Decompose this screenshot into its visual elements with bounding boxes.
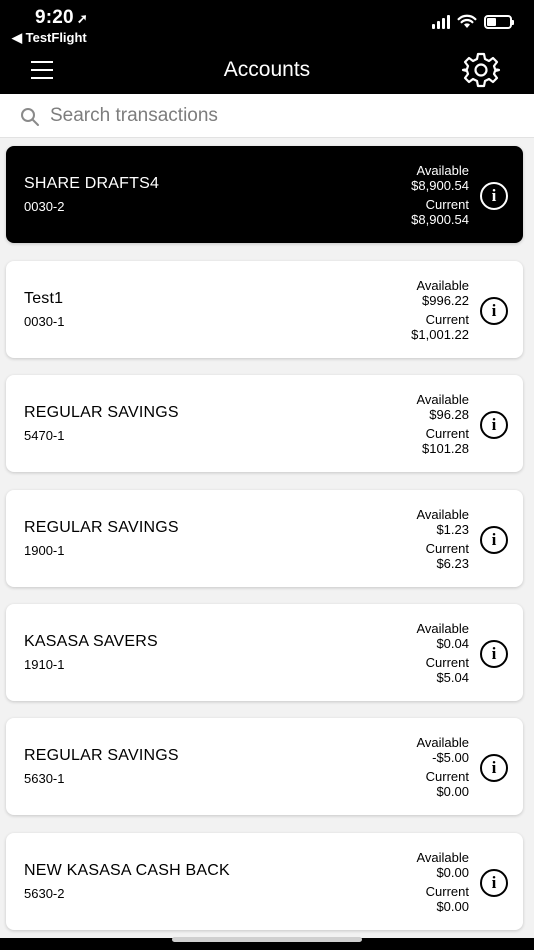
- account-number: 5630-1: [24, 771, 65, 786]
- account-name: REGULAR SAVINGS: [24, 747, 179, 764]
- search-icon: [21, 108, 39, 126]
- current-label: Current: [425, 541, 469, 556]
- account-name: Test1: [24, 290, 64, 307]
- search-input[interactable]: [48, 100, 508, 132]
- search-bar: [0, 94, 534, 138]
- account-balances: Available $1.23 Current $6.23: [416, 507, 469, 571]
- account-name: NEW KASASA CASH BACK: [24, 862, 230, 879]
- info-icon[interactable]: i: [480, 640, 508, 668]
- available-label: Available: [416, 278, 469, 293]
- current-label: Current: [425, 312, 469, 327]
- account-balances: Available -$5.00 Current $0.00: [416, 735, 469, 799]
- account-number: 1900-1: [24, 543, 65, 558]
- account-card[interactable]: Test1 0030-1 Available $996.22 Current $…: [6, 261, 523, 358]
- account-card[interactable]: REGULAR SAVINGS 5470-1 Available $96.28 …: [6, 375, 523, 472]
- account-balances: Available $0.00 Current $0.00: [416, 850, 469, 914]
- account-card[interactable]: REGULAR SAVINGS 1900-1 Available $1.23 C…: [6, 490, 523, 587]
- account-name: REGULAR SAVINGS: [24, 519, 179, 536]
- info-icon[interactable]: i: [480, 526, 508, 554]
- available-label: Available: [416, 163, 469, 178]
- account-card[interactable]: NEW KASASA CASH BACK 5630-2 Available $0…: [6, 833, 523, 930]
- current-amount: $8,900.54: [411, 212, 469, 227]
- account-card[interactable]: SHARE DRAFTS4 0030-2 Available $8,900.54…: [6, 146, 523, 243]
- current-label: Current: [425, 655, 469, 670]
- available-amount: -$5.00: [432, 750, 469, 765]
- info-icon[interactable]: i: [480, 182, 508, 210]
- account-name: KASASA SAVERS: [24, 633, 158, 650]
- info-icon[interactable]: i: [480, 411, 508, 439]
- current-amount: $1,001.22: [411, 327, 469, 342]
- account-number: 5470-1: [24, 428, 65, 443]
- status-time-text: 9:20: [35, 7, 74, 28]
- info-icon[interactable]: i: [480, 754, 508, 782]
- account-number: 0030-2: [24, 199, 65, 214]
- account-name: REGULAR SAVINGS: [24, 404, 179, 421]
- cellular-signal-icon: [432, 14, 450, 29]
- account-number: 1910-1: [24, 657, 65, 672]
- available-amount: $8,900.54: [411, 178, 469, 193]
- back-to-testflight-link[interactable]: ◀ TestFlight: [12, 30, 87, 46]
- info-icon[interactable]: i: [480, 297, 508, 325]
- account-balances: Available $996.22 Current $1,001.22: [411, 278, 469, 342]
- nav-bar: Accounts: [0, 47, 534, 94]
- current-amount: $6.23: [436, 556, 469, 571]
- status-bar: 9:20 ➚ ◀ TestFlight: [0, 0, 534, 47]
- account-name: SHARE DRAFTS4: [24, 175, 160, 192]
- current-label: Current: [425, 426, 469, 441]
- account-card[interactable]: KASASA SAVERS 1910-1 Available $0.04 Cur…: [6, 604, 523, 701]
- available-label: Available: [416, 392, 469, 407]
- available-label: Available: [416, 735, 469, 750]
- available-amount: $0.00: [436, 865, 469, 880]
- wifi-icon: [457, 14, 477, 28]
- available-amount: $996.22: [422, 293, 469, 308]
- info-icon[interactable]: i: [480, 869, 508, 897]
- available-label: Available: [416, 621, 469, 636]
- battery-icon: [484, 14, 514, 29]
- status-time: 9:20 ➚: [35, 7, 88, 29]
- account-balances: Available $96.28 Current $101.28: [416, 392, 469, 456]
- settings-gear-icon[interactable]: [461, 52, 501, 88]
- available-label: Available: [416, 850, 469, 865]
- current-label: Current: [425, 769, 469, 784]
- account-number: 5630-2: [24, 886, 65, 901]
- current-amount: $5.04: [436, 670, 469, 685]
- account-card[interactable]: REGULAR SAVINGS 5630-1 Available -$5.00 …: [6, 718, 523, 815]
- current-amount: $0.00: [436, 784, 469, 799]
- current-amount: $0.00: [436, 899, 469, 914]
- status-icons: [432, 14, 514, 29]
- current-amount: $101.28: [422, 441, 469, 456]
- current-label: Current: [425, 197, 469, 212]
- available-amount: $0.04: [436, 636, 469, 651]
- location-arrow-icon: ➚: [76, 11, 88, 26]
- account-balances: Available $8,900.54 Current $8,900.54: [411, 163, 469, 227]
- available-label: Available: [416, 507, 469, 522]
- available-amount: $96.28: [429, 407, 469, 422]
- current-label: Current: [425, 884, 469, 899]
- available-amount: $1.23: [436, 522, 469, 537]
- account-number: 0030-1: [24, 314, 65, 329]
- home-indicator[interactable]: [172, 937, 362, 942]
- account-balances: Available $0.04 Current $5.04: [416, 621, 469, 685]
- page-title: Accounts: [223, 58, 311, 81]
